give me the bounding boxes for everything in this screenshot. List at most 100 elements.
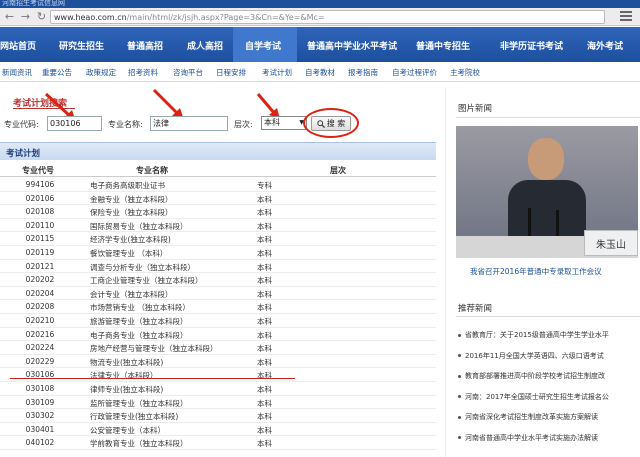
news-photo[interactable]: 朱玉山 (456, 126, 638, 258)
cell-name: 经济学专业(独立本科段) (90, 235, 171, 245)
sub-nav-schedule[interactable]: 日程安排 (216, 67, 246, 78)
table-row[interactable]: 020216 电子商务专业（独立本科段） 本科 (0, 328, 436, 342)
sub-nav-evaluation[interactable]: 自考过程评价 (392, 67, 437, 78)
news-link: 教育部部署推进高中阶段学校考试招生制度改 (465, 372, 605, 380)
main-nav-certificate[interactable]: 非学历证书考试 (500, 39, 563, 52)
cell-level: 本科 (257, 249, 272, 258)
sub-nav-materials[interactable]: 招考资料 (128, 67, 158, 78)
photo-person (508, 136, 586, 250)
bullet-icon (458, 436, 461, 439)
bullet-icon (458, 374, 461, 378)
table-row[interactable]: 030106 法律专业（本科段） 本科 (0, 368, 436, 382)
list-item[interactable]: 河南省普通高中学业水平考试实施办法解读 (458, 433, 598, 443)
table-row[interactable]: 020110 国际贸易专业（独立本科段） 本科 (0, 219, 436, 233)
table-row[interactable]: 020224 房地产经营与管理专业（独立本科段） 本科 (0, 341, 436, 355)
news-link: 河南省普通高中学业水平考试实施办法解读 (465, 433, 598, 442)
recommended-news-title: 推荐新闻 (458, 304, 493, 314)
column-header-name: 专业名称 (136, 166, 168, 175)
cell-level: 本科 (257, 194, 272, 204)
table-row[interactable]: 020202 工商企业管理专业（独立本科段） 本科 (0, 273, 436, 287)
table-row[interactable]: 030401 公安管理专业（本科） 本科 (0, 423, 436, 437)
main-nav: 网站首页 研究生招生 普通高招 成人高招 自学考试 普通高中学业水平考试 普通中… (0, 27, 640, 62)
cell-name: 市场营销专业 （独立本科段） (90, 303, 190, 313)
cell-code: 020119 (25, 248, 55, 257)
main-nav-highschool-test[interactable]: 普通高中学业水平考试 (307, 39, 397, 52)
microphone-icon (528, 208, 531, 238)
main-nav-college[interactable]: 普通高招 (127, 39, 163, 52)
address-bar: ← → ↻ www.heao.com.cn/main/html/zk/jsjh.… (0, 8, 640, 26)
sub-nav-colleges[interactable]: 主考院校 (450, 67, 480, 78)
cell-name: 国际贸易专业（独立本科段） (90, 221, 188, 231)
list-item[interactable]: 省教育厅：关于2015级普通高中学生学业水平 (458, 330, 609, 340)
table-row[interactable]: 994106 电子商务高级职业证书 专科 (0, 178, 436, 192)
forward-icon[interactable]: → (19, 10, 32, 23)
sub-nav-exam-plan[interactable]: 考试计划 (262, 67, 292, 78)
sub-nav-textbooks[interactable]: 自考教材 (305, 67, 335, 78)
photo-caption[interactable]: 我省召开2016年普通中专录取工作会议 (470, 266, 602, 277)
cell-level: 本科 (257, 208, 272, 218)
cell-name: 餐饮管理专业 （本科） (90, 249, 168, 258)
list-item[interactable]: 河南省深化考试招生制度改革实施方案解读 (458, 412, 598, 422)
main-nav-adult[interactable]: 成人高招 (187, 39, 223, 52)
sub-nav-guide[interactable]: 报考指南 (348, 67, 378, 78)
url-field[interactable]: www.heao.com.cn/main/html/zk/jsjh.aspx?P… (50, 10, 605, 24)
cell-level: 本科 (257, 371, 272, 381)
site-banner: 河南招生考试信息网 (0, 0, 640, 8)
cell-level: 本科 (257, 262, 272, 272)
sub-nav-notices[interactable]: 重要公告 (42, 67, 72, 78)
reload-icon[interactable]: ↻ (35, 10, 48, 23)
list-item[interactable]: 2016年11月全国大学英语四、六级口语考试 (458, 351, 604, 361)
table-row[interactable]: 020108 保险专业（独立本科段） 本科 (0, 205, 436, 219)
cell-level: 本科 (257, 276, 272, 286)
cell-code: 020204 (25, 288, 55, 298)
browser-menu-icon[interactable] (620, 11, 632, 22)
cell-level: 本科 (257, 439, 272, 449)
main-nav-self-study[interactable]: 自学考试 (245, 39, 281, 52)
cell-name: 法律专业（本科段） (90, 371, 158, 381)
cell-code: 020216 (25, 329, 55, 339)
table-row[interactable]: 020229 物流专业(独立本科段) 本科 (0, 355, 436, 369)
cell-code: 020224 (25, 343, 55, 353)
table-row[interactable]: 020115 经济学专业(独立本科段) 本科 (0, 232, 436, 246)
table-row[interactable]: 020106 金融专业（独立本科段） 本科 (0, 192, 436, 206)
sub-nav-policy[interactable]: 政策规定 (86, 67, 116, 78)
main-nav-overseas[interactable]: 海外考试 (587, 39, 623, 52)
table-row[interactable]: 020210 旅游管理专业（独立本科段） 本科 (0, 314, 436, 328)
url-domain: www.heao.com.cn (54, 12, 127, 22)
table-row[interactable]: 020208 市场营销专业 （独立本科段） 本科 (0, 300, 436, 314)
table-row[interactable]: 020204 会计专业（独立本科段） 本科 (0, 287, 436, 301)
cell-code: 030401 (25, 424, 55, 434)
main-nav-home[interactable]: 网站首页 (0, 39, 36, 52)
cell-name: 金融专业（独立本科段） (90, 194, 173, 204)
news-link: 河南：2017年全国硕士研究生招生考试报名公 (465, 392, 609, 401)
cell-level: 专科 (257, 181, 272, 190)
table-row[interactable]: 030109 监所管理专业（独立本科段） 本科 (0, 396, 436, 410)
code-input[interactable]: 030106 (47, 116, 102, 131)
table-row[interactable]: 030302 行政管理专业(独立本科段) 本科 (0, 409, 436, 423)
cell-level: 本科 (257, 289, 272, 299)
sub-nav-consult[interactable]: 咨询平台 (173, 67, 203, 78)
cell-name: 电子商务专业（独立本科段） (90, 330, 188, 340)
cell-code: 020210 (25, 316, 55, 325)
back-icon[interactable]: ← (3, 10, 16, 23)
table-row[interactable]: 020121 调查与分析专业（独立本科段） 本科 (0, 260, 436, 274)
level-select-value: 本科 (264, 118, 280, 127)
name-label: 专业名称: (108, 120, 143, 129)
table-row[interactable]: 020119 餐饮管理专业 （本科） 本科 (0, 246, 436, 260)
table-row[interactable]: 040102 学前教育专业（独立本科段） 本科 (0, 436, 436, 450)
cell-name: 保险专业（独立本科段） (90, 208, 173, 218)
name-input[interactable]: 法律 (150, 116, 228, 131)
cell-code: 994106 (25, 180, 55, 189)
main-nav-graduate[interactable]: 研究生招生 (59, 39, 104, 52)
banner-title: 河南招生考试信息网 (2, 0, 65, 7)
bullet-icon (458, 333, 461, 337)
list-item[interactable]: 河南：2017年全国硕士研究生招生考试报名公 (458, 392, 609, 402)
list-item[interactable]: 教育部部署推进高中阶段学校考试招生制度改 (458, 371, 605, 381)
level-select[interactable]: 本科 ▼ (261, 116, 307, 130)
cell-code: 030108 (25, 384, 55, 393)
main-nav-secondary[interactable]: 普通中专招生 (416, 39, 470, 52)
cell-level: 本科 (257, 317, 272, 326)
table-row[interactable]: 030108 律师专业(独立本科段) 本科 (0, 382, 436, 396)
column-header-level: 层次 (330, 166, 346, 175)
sub-nav-news[interactable]: 新闻资讯 (2, 67, 32, 78)
